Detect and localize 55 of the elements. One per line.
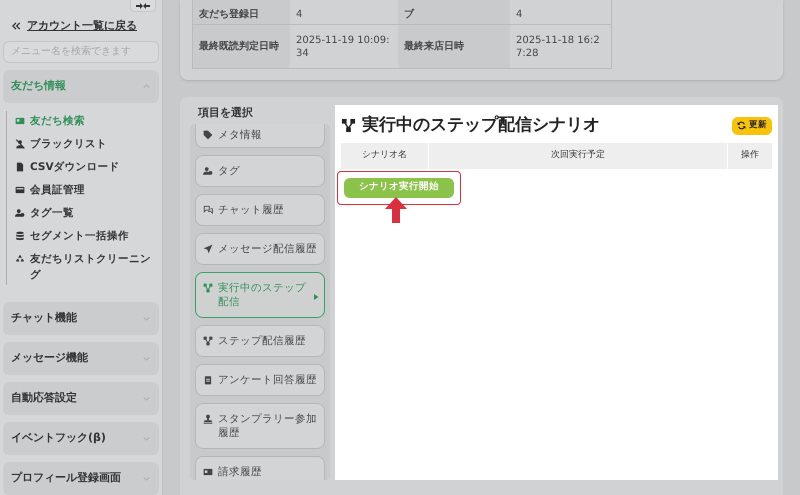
person-slash-icon <box>15 139 25 149</box>
value-cell-text: 2025-11-19 10:09:34 <box>295 34 390 60</box>
column-header: 操作 <box>740 148 760 162</box>
double-chevron-left-icon <box>11 21 21 32</box>
menu-item[interactable]: ステップ配信履歴 <box>195 324 325 356</box>
back-link[interactable]: アカウント一覧に戻る <box>27 18 137 34</box>
card-icon <box>203 466 213 476</box>
nodes-icon <box>341 118 356 134</box>
menu-item[interactable]: メタ情報 <box>195 124 325 148</box>
id-card-icon <box>15 116 25 126</box>
section-title: 項目を選択 <box>196 105 254 121</box>
nodes-icon <box>203 336 213 346</box>
file-icon <box>15 162 25 172</box>
menu-item[interactable]: メッセージ配信履歴 <box>195 232 325 264</box>
label-cell: 友だち登録日 <box>193 0 290 24</box>
value-cell-text: 4 <box>295 8 304 22</box>
accordion-header[interactable]: イベントフック(β) <box>3 422 159 455</box>
triangle-right-icon <box>312 292 320 300</box>
refresh-button[interactable]: 更新 <box>732 116 772 135</box>
recycle-icon <box>15 254 25 264</box>
nodes-icon <box>203 282 213 292</box>
accordion-header[interactable]: チャット機能 <box>3 302 159 335</box>
menu-item[interactable]: CSVダウンロード <box>7 159 159 175</box>
people-icon <box>15 208 25 218</box>
value-cell-text: 4 <box>515 8 524 22</box>
card-icon <box>15 185 25 195</box>
accordion-header[interactable]: 自動応答設定 <box>3 382 159 415</box>
panel-title: 実行中のステップ配信シナリオ <box>362 114 600 137</box>
label-cell: ブ <box>398 0 510 24</box>
people-icon <box>203 166 213 176</box>
menu-item[interactable]: セグメント一括操作 <box>7 228 159 244</box>
speech-bubbles-icon <box>203 204 213 214</box>
menu-item[interactable]: タグ一覧 <box>7 205 159 221</box>
accordion-header[interactable]: メッセージ機能 <box>3 342 159 375</box>
tag-icon <box>203 130 213 140</box>
menu-item[interactable]: アンケート回答履歴 <box>195 364 325 396</box>
menu-item[interactable]: 会員証管理 <box>7 182 159 198</box>
menu-item[interactable]: スタンプラリー参加履歴 <box>195 402 325 448</box>
menu-item[interactable]: チャット履歴 <box>195 194 325 226</box>
column-header: シナリオ名 <box>341 142 429 168</box>
accordion-header[interactable]: プロフィール登録画面 <box>3 462 159 495</box>
database-icon <box>15 231 25 241</box>
send-icon <box>203 244 213 254</box>
menu-item[interactable]: タグ <box>195 154 325 186</box>
label-cell: 最終既読判定日時 <box>193 25 290 68</box>
collapse-arrows-icon <box>136 3 150 9</box>
clipboard-icon <box>203 374 213 384</box>
menu-item[interactable]: ブラックリスト <box>7 136 159 152</box>
menu-item[interactable]: 請求履歴 <box>195 456 325 480</box>
label-cell: 最終来店日時 <box>398 25 510 68</box>
value-cell-text: 2025-11-18 16:27:28 <box>515 34 601 60</box>
stamp-icon <box>203 414 213 424</box>
column-header: 次回実行予定 <box>429 142 728 168</box>
refresh-icon <box>737 121 746 130</box>
menu-item[interactable]: 友だちリストクリーニング <box>7 251 159 283</box>
